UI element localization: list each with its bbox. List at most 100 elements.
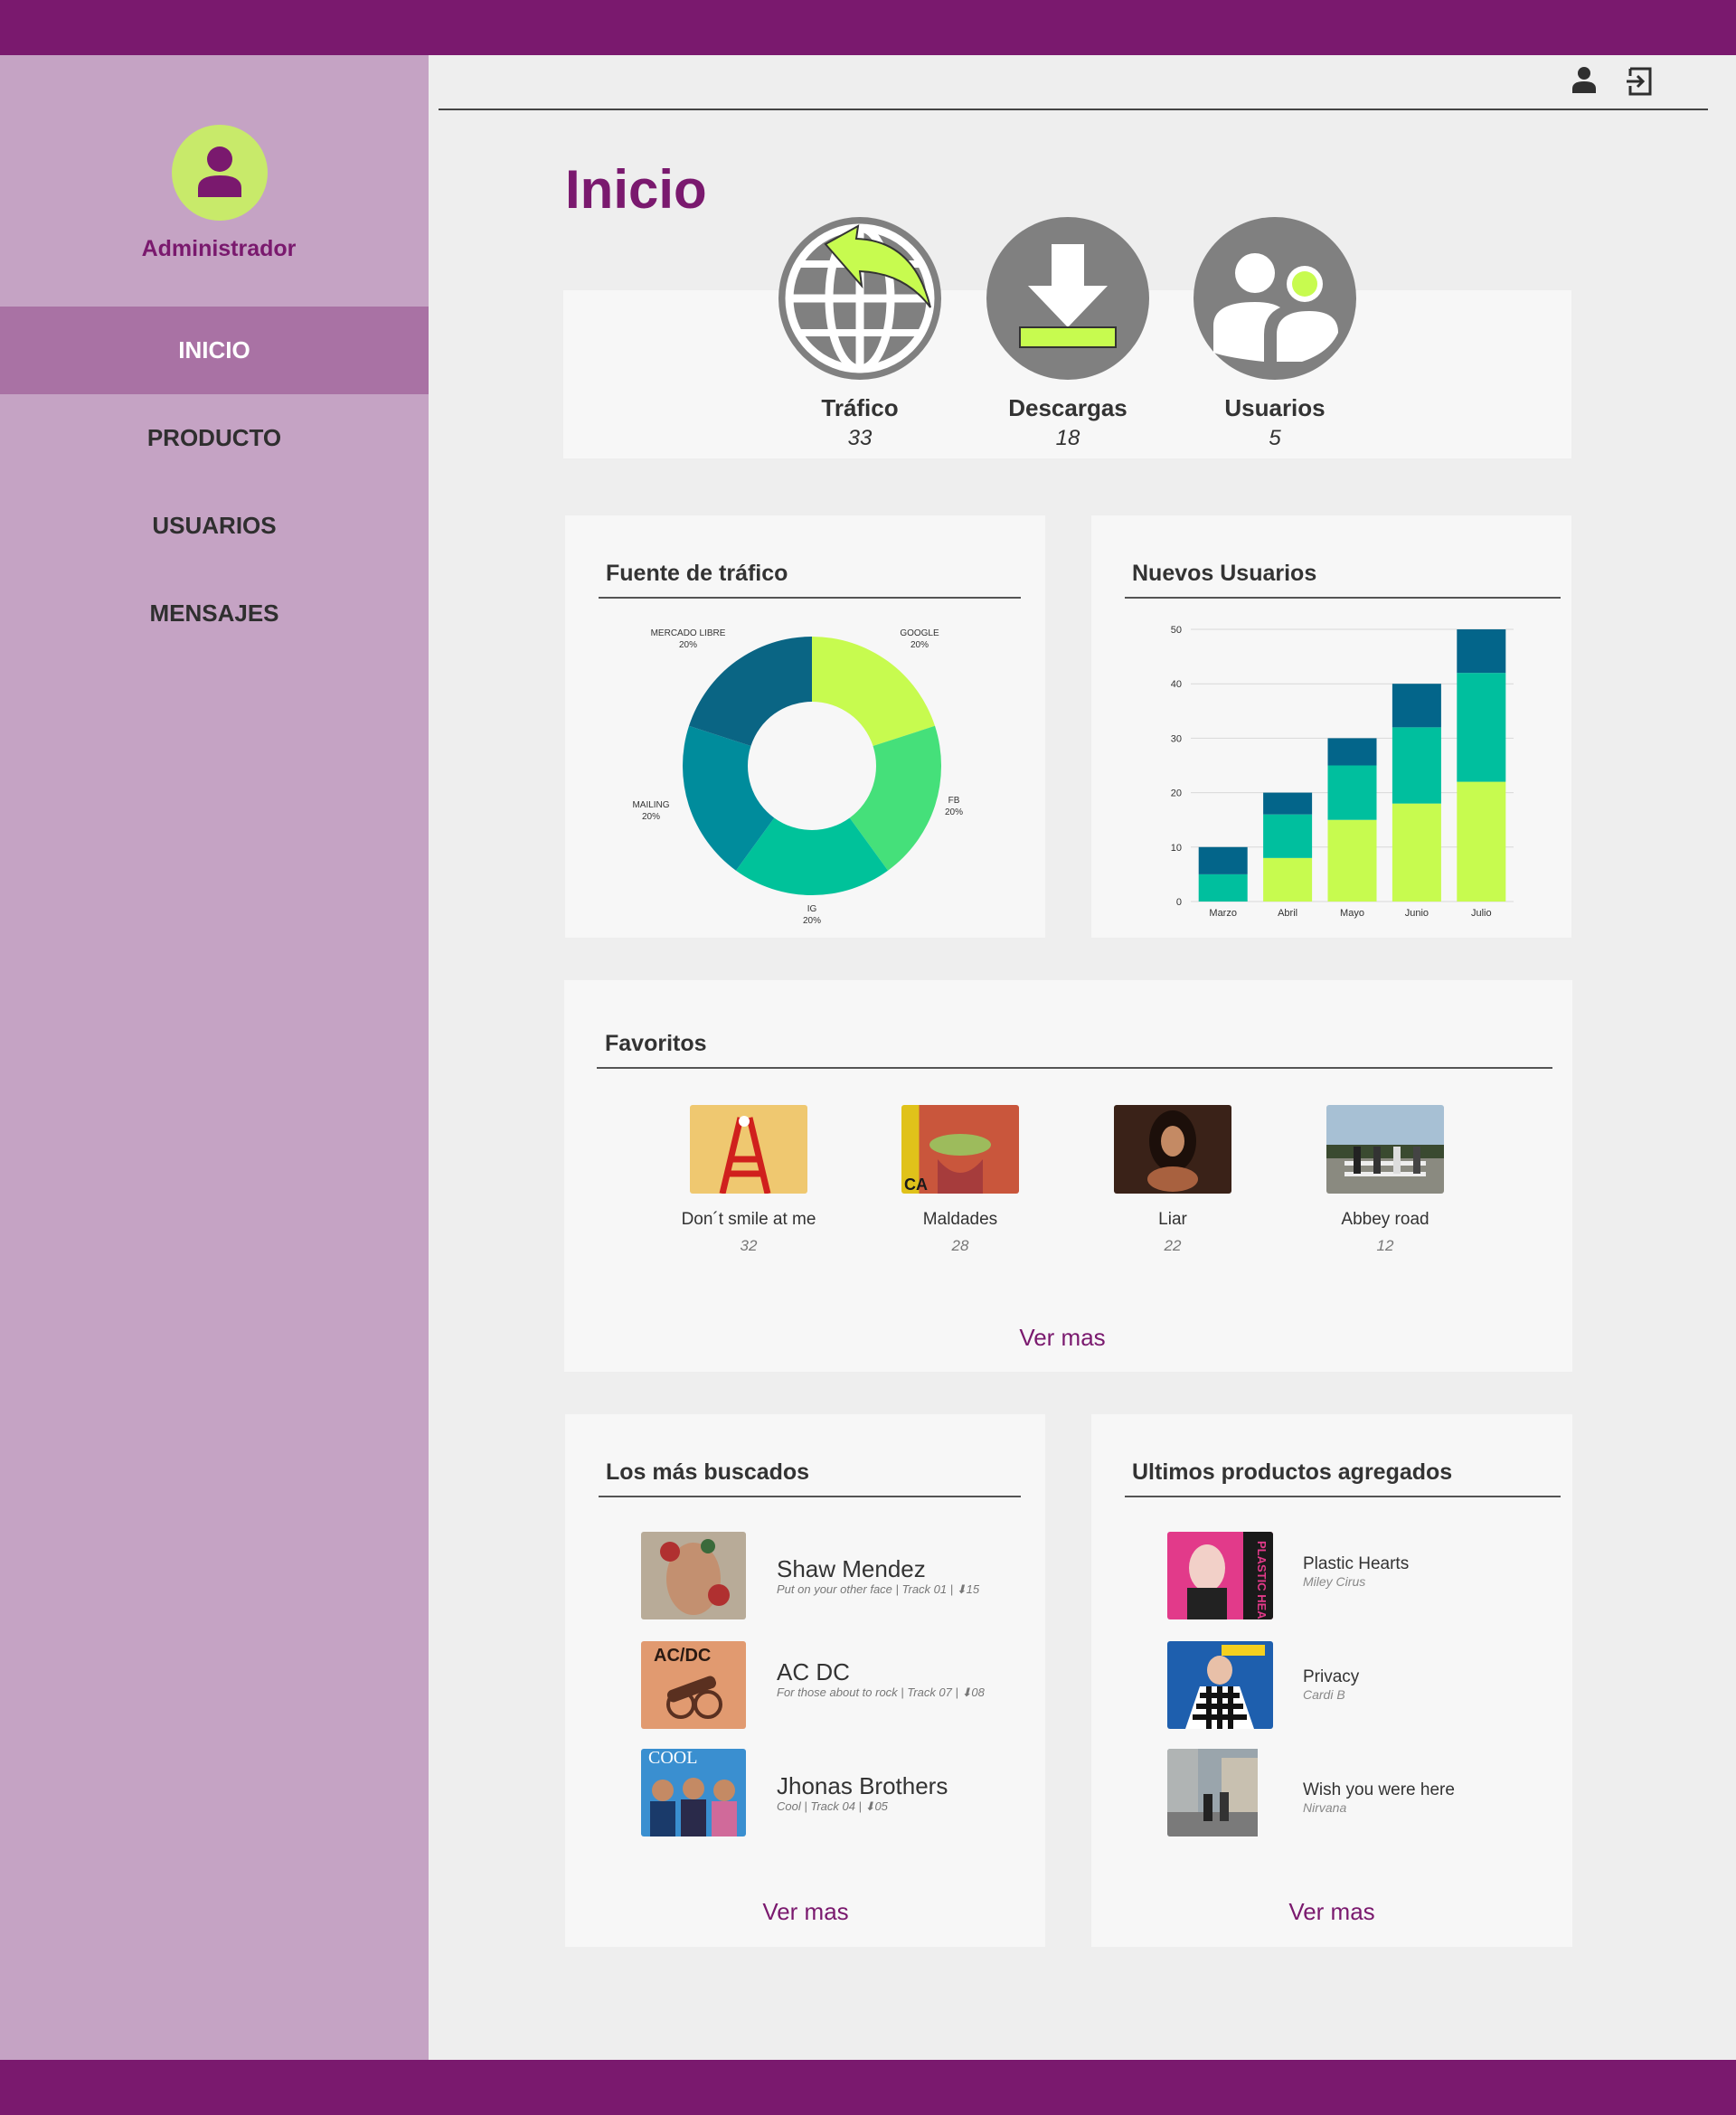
artist-name: Jhonas Brothers [777, 1772, 948, 1799]
stat-value: 18 [1055, 426, 1080, 450]
pie-label-percent: 20% [678, 640, 697, 650]
stat-value: 5 [1269, 426, 1281, 450]
favorite-count: 28 [951, 1237, 969, 1254]
bar-segment [1327, 819, 1377, 902]
stat-value: 33 [847, 426, 873, 450]
pie-label-percent: 20% [910, 640, 929, 650]
track-detail: For those about to rock | Track 07 | ⬇08 [777, 1685, 985, 1700]
globe-share-icon [778, 217, 941, 380]
favorites-see-more-link[interactable]: Ver mas [1017, 1324, 1108, 1352]
stat-downloads[interactable]: Descargas 18 [986, 217, 1149, 451]
user-role: Administrador [141, 236, 297, 261]
y-tick-label: 20 [1171, 788, 1182, 799]
favorite-title: Abbey road [1341, 1210, 1429, 1229]
album-cover[interactable] [1167, 1641, 1273, 1729]
profile-icon[interactable] [1571, 66, 1597, 98]
sidebar-item-producto[interactable]: PRODUCTO [0, 394, 429, 482]
product-artist: Miley Cirus [1303, 1574, 1366, 1589]
product-title: Wish you were here [1303, 1780, 1455, 1799]
artist-name: AC DC [777, 1658, 850, 1685]
track-detail: Put on your other face | Track 01 | ⬇15 [777, 1582, 979, 1597]
pie-label: IG 20% [767, 903, 857, 927]
stat-users[interactable]: Usuarios 5 [1194, 217, 1356, 451]
pie-label-percent: 20% [641, 812, 660, 822]
bar-segment [1263, 814, 1313, 858]
favorite-title: Maldades [922, 1210, 998, 1229]
new-users-bar-chart: 0 10 20 30 40 50 Marzo Abril Mayo Junio Julio [1171, 625, 1514, 919]
card-title: Los más buscados [606, 1459, 810, 1485]
pie-slice-mercado-libre [688, 637, 812, 747]
favorite-item[interactable]: Abbey road 12 [1295, 1105, 1476, 1255]
track-info: For those about to rock | Track 07 | [777, 1685, 962, 1699]
latest-see-more-link[interactable]: Ver mas [1287, 1898, 1377, 1926]
favorite-count: 22 [1164, 1237, 1182, 1254]
svg-text:CA: CA [904, 1176, 928, 1194]
bar-segment [1327, 765, 1377, 820]
album-cover: CA [901, 1105, 1019, 1194]
stat-label: Tráfico [821, 394, 899, 421]
y-tick-label: 50 [1171, 625, 1182, 636]
user-icon [198, 146, 241, 197]
favorite-item[interactable]: CA Maldades 28 [870, 1105, 1051, 1255]
product-artist: Nirvana [1303, 1800, 1347, 1815]
pie-label-name: FB [948, 796, 960, 806]
album-cover[interactable]: COOL [641, 1749, 746, 1836]
favorite-count: 32 [740, 1237, 758, 1254]
x-tick-label: Julio [1471, 908, 1492, 919]
track-detail: Cool | Track 04 | ⬇05 [777, 1799, 888, 1814]
favorite-item[interactable]: Liar 22 [1082, 1105, 1263, 1255]
y-tick-label: 10 [1171, 843, 1182, 854]
svg-text:COOL: COOL [648, 1749, 697, 1768]
album-cover[interactable] [641, 1532, 746, 1619]
product-title: Privacy [1303, 1667, 1360, 1686]
bar-segment [1263, 857, 1313, 902]
bar-segment [1392, 727, 1441, 804]
avatar[interactable] [172, 125, 268, 221]
pie-slice-google [812, 637, 936, 747]
download-count: 15 [966, 1582, 980, 1596]
y-tick-label: 40 [1171, 679, 1182, 690]
logout-icon[interactable] [1627, 66, 1654, 101]
sidebar-item-inicio[interactable]: INICIO [0, 307, 429, 394]
card-divider [1125, 1496, 1561, 1497]
stat-traffic[interactable]: Tráfico 33 [778, 217, 941, 451]
download-count: 08 [971, 1685, 985, 1699]
pie-label-name: MAILING [632, 800, 670, 810]
bar-segment [1263, 792, 1313, 815]
new-users-card: Nuevos Usuarios 0 10 20 30 40 50 Marzo Abril May… [1091, 515, 1571, 938]
y-tick-label: 30 [1171, 733, 1182, 744]
bar-segment [1198, 846, 1248, 874]
bar-segment [1392, 803, 1441, 902]
stat-label: Usuarios [1224, 394, 1326, 421]
download-icon [986, 217, 1149, 380]
traffic-donut-chart [683, 637, 941, 895]
sidebar-item-usuarios[interactable]: USUARIOS [0, 482, 429, 570]
album-cover[interactable] [1167, 1749, 1273, 1836]
x-tick-label: Junio [1405, 908, 1429, 919]
album-cover[interactable]: PLASTIC HEARTS [1167, 1532, 1273, 1619]
pie-label: FB 20% [909, 795, 999, 818]
album-cover [690, 1105, 807, 1194]
most-searched-see-more-link[interactable]: Ver mas [760, 1898, 851, 1926]
card-title: Favoritos [605, 1031, 707, 1056]
download-icon: ⬇ [961, 1685, 972, 1699]
pie-label: MERCADO LIBRE 20% [643, 628, 733, 651]
x-tick-label: Mayo [1340, 908, 1364, 919]
pie-label: GOOGLE 20% [874, 628, 965, 651]
track-info: Put on your other face | Track 01 | [777, 1582, 957, 1596]
sidebar-item-mensajes[interactable]: MENSAJES [0, 570, 429, 657]
users-icon [1194, 217, 1356, 380]
sidebar: Administrador INICIO PRODUCTO USUARIOS M… [0, 55, 429, 2060]
y-tick-label: 0 [1176, 897, 1182, 908]
card-title: Ultimos productos agregados [1132, 1459, 1453, 1485]
x-tick-label: Abril [1278, 908, 1297, 919]
album-cover [1114, 1105, 1231, 1194]
favorite-item[interactable]: Don´t smile at me 32 [658, 1105, 839, 1255]
card-divider [599, 1496, 1021, 1497]
header-divider [439, 109, 1708, 110]
album-cover[interactable]: AC/DC [641, 1641, 746, 1729]
download-icon: ⬇ [864, 1799, 875, 1813]
pie-label-name: IG [807, 904, 817, 914]
pie-label-percent: 20% [944, 807, 963, 817]
bottom-bar [0, 2060, 1736, 2115]
